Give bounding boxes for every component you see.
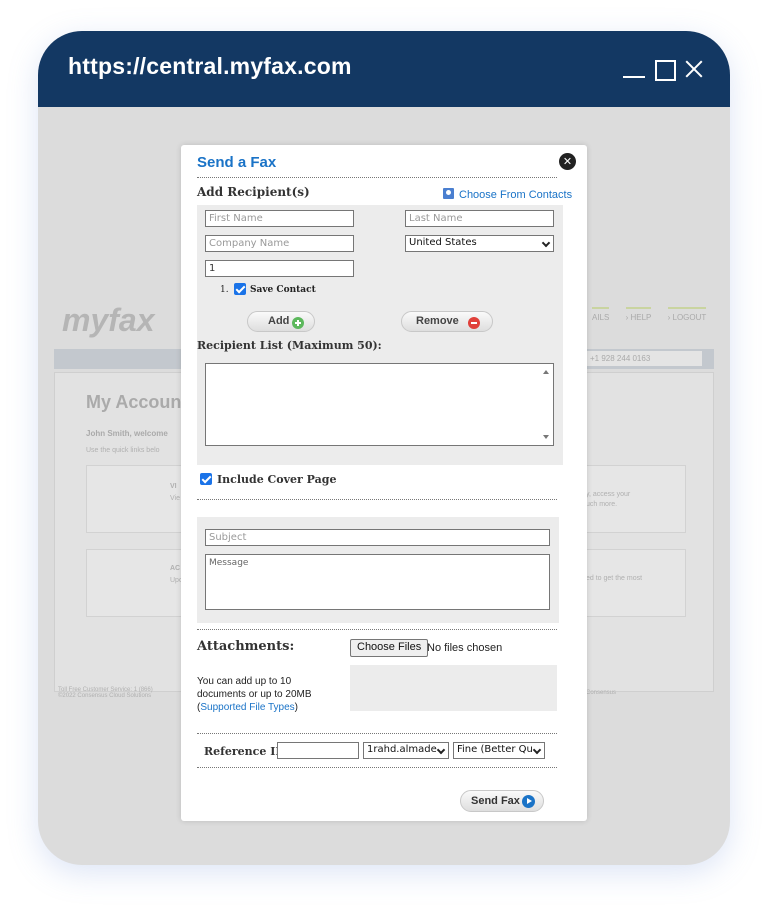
add-recipients-label: Add Recipient(s) — [197, 185, 310, 199]
divider — [197, 499, 557, 500]
close-window-icon[interactable] — [682, 57, 706, 81]
remove-recipient-button[interactable]: Remove — [401, 311, 493, 332]
plus-icon — [292, 317, 304, 329]
send-fax-label: Send Fax — [471, 795, 520, 807]
dialog-title: Send a Fax — [197, 154, 277, 171]
background-nav-tab: AILS — [592, 307, 610, 322]
background-card-title: VI — [170, 483, 177, 490]
title-bar: https://central.myfax.com — [38, 31, 730, 107]
send-fax-dialog: Send a Fax ✕ Add Recipient(s) Choose Fro… — [181, 145, 587, 821]
background-heading: My Account — [86, 392, 188, 412]
include-cover-checkbox[interactable] — [200, 473, 212, 485]
chevron-down-icon — [532, 745, 542, 755]
background-quick-links: Use the quick links belo — [86, 447, 160, 454]
first-name-input[interactable] — [205, 210, 354, 227]
contacts-icon — [443, 188, 454, 199]
background-footer-line: ©2022 Consensus Cloud Solutions — [58, 693, 152, 699]
background-card-title: AC — [170, 565, 181, 572]
supported-file-types-link[interactable]: Supported File Types — [200, 702, 294, 713]
attachment-note-text: You can add up to 10 documents or up to … — [197, 676, 312, 700]
no-files-text: No files chosen — [427, 642, 503, 654]
quality-select-value: Fine (Better Qu — [457, 744, 533, 755]
save-contact-label: Save Contact — [250, 285, 316, 295]
background-phone-select: +1 928 244 0163 — [584, 351, 702, 366]
cover-page-panel: Message — [197, 517, 559, 623]
add-recipient-button[interactable]: Add — [247, 311, 315, 332]
include-cover-label: Include Cover Page — [217, 473, 337, 486]
recipient-list-label: Recipient List (Maximum 50): — [197, 339, 382, 352]
background-footer-right: Consensus — [586, 690, 617, 696]
subject-input[interactable] — [205, 529, 550, 546]
background-nav-tab: › LOGOUT — [667, 307, 707, 322]
attachment-drop-area[interactable] — [350, 665, 557, 711]
company-name-input[interactable] — [205, 235, 354, 252]
background-card-side: uch more. — [586, 501, 618, 508]
close-dialog-icon[interactable]: ✕ — [559, 153, 576, 170]
scroll-up-icon[interactable] — [543, 370, 549, 374]
myfax-logo: myfax — [62, 302, 155, 338]
recipient-list-box[interactable] — [205, 363, 554, 446]
divider — [197, 767, 557, 768]
country-select-value: United States — [409, 237, 477, 248]
background-card-text: Vie — [170, 495, 180, 502]
save-contact-checkbox[interactable] — [234, 283, 246, 295]
divider — [197, 733, 557, 734]
recipient-panel: United States 1. Save Contact Add Remove… — [197, 205, 563, 465]
row-number: 1. — [220, 285, 229, 295]
minus-icon — [468, 317, 480, 329]
send-fax-button[interactable]: Send Fax — [460, 790, 544, 812]
chevron-down-icon — [436, 745, 446, 755]
choose-files-button[interactable]: Choose Files — [350, 639, 429, 657]
fax-number-input[interactable] — [205, 260, 354, 277]
browser-window: https://central.myfax.com myfax AILS › H… — [38, 31, 730, 865]
minimize-icon[interactable] — [622, 57, 646, 81]
user-select[interactable]: 1rahd.almade — [363, 742, 449, 759]
background-nav-tabs: AILS › HELP › LOGOUT — [578, 307, 707, 322]
chevron-down-icon — [541, 238, 551, 248]
attachments-label: Attachments: — [197, 639, 295, 654]
window-url: https://central.myfax.com — [68, 53, 352, 79]
background-welcome: John Smith, welcome — [86, 429, 168, 438]
background-footer: Toll Free Customer Service: 1 (866) ©202… — [58, 687, 153, 699]
divider — [197, 629, 557, 630]
scroll-down-icon[interactable] — [543, 435, 549, 439]
last-name-input[interactable] — [405, 210, 554, 227]
add-button-label: Add — [268, 315, 290, 327]
send-arrow-icon — [522, 795, 535, 808]
message-textarea[interactable]: Message — [205, 554, 550, 610]
paren-close: ) — [294, 702, 299, 713]
country-select[interactable]: United States — [405, 235, 554, 252]
divider — [197, 177, 557, 178]
choose-from-contacts-link[interactable]: Choose From Contacts — [443, 188, 572, 201]
user-select-value: 1rahd.almade — [367, 744, 437, 755]
background-nav-tab: › HELP — [625, 307, 652, 322]
attachment-note: You can add up to 10 documents or up to … — [197, 675, 327, 714]
background-card-side: ed to get the most — [586, 575, 643, 582]
maximize-icon[interactable] — [652, 57, 676, 81]
choose-from-contacts-label: Choose From Contacts — [459, 189, 573, 201]
quality-select[interactable]: Fine (Better Qu — [453, 742, 545, 759]
reference-id-input[interactable] — [277, 742, 359, 759]
background-card-side: y, access your — [586, 491, 631, 498]
remove-button-label: Remove — [416, 315, 459, 327]
